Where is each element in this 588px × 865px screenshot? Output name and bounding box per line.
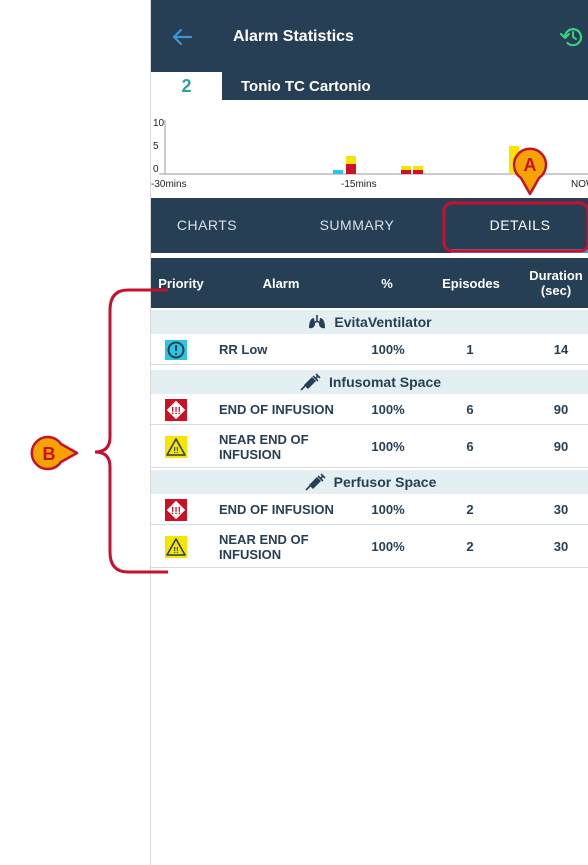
bar-yellow-1: [346, 156, 356, 164]
alarm-percent: 100%: [371, 342, 405, 357]
alarm-episodes: 6: [466, 402, 474, 417]
app-title: Alarm Statistics: [233, 28, 354, 45]
y-tick-10: 10: [153, 118, 165, 129]
alarm-duration: 90: [553, 402, 569, 417]
svg-text:!!: !!: [173, 546, 178, 555]
alarm-episodes: 2: [466, 539, 474, 554]
table-row[interactable]: !!! END OF INFUSION 100% 2 30: [151, 495, 588, 525]
tab-charts[interactable]: CHARTS: [151, 198, 263, 253]
alarm-percent: 100%: [371, 502, 405, 517]
x-tick-now: NOW: [571, 179, 588, 190]
alarm-episodes: 6: [466, 439, 474, 454]
alarm-name: END OF INFUSION: [219, 502, 334, 517]
x-tick-mid: -15mins: [341, 179, 377, 190]
table-header: Priority Alarm % Episodes Duration (sec): [151, 258, 588, 308]
alarm-name: END OF INFUSION: [219, 402, 334, 417]
alarm-timeline-chart: 10 5 0 -30mins -15mins NOW: [151, 118, 588, 190]
bar-red-1: [346, 164, 356, 174]
info-icon: [165, 339, 187, 360]
bar-red-2: [401, 170, 411, 174]
marker-b: B: [30, 435, 79, 471]
high-priority-icon: !!!: [165, 398, 187, 421]
group-evitaventilator: EvitaVentilator: [151, 310, 588, 334]
tab-details[interactable]: DETAILS: [451, 198, 588, 253]
group-perfusor-space: Perfusor Space: [151, 470, 588, 494]
patient-name: Tonio TC Cartonio: [241, 78, 371, 95]
bar-yellow-3: [413, 166, 423, 170]
group-name: Perfusor Space: [333, 474, 437, 490]
group-name: EvitaVentilator: [334, 314, 432, 330]
svg-text:!!: !!: [173, 446, 178, 455]
group-infusomat-space: Infusomat Space: [151, 370, 588, 394]
alarm-duration: 30: [553, 539, 569, 554]
syringe-icon: [305, 473, 326, 491]
priority-cell: !!: [165, 426, 187, 467]
priority-cell: !!!: [165, 395, 187, 424]
alarm-name: NEAR END OF INFUSION: [219, 431, 309, 462]
high-priority-icon: !!!: [165, 498, 187, 521]
patient-bar: 2 Tonio TC Cartonio: [151, 72, 588, 100]
alarm-episodes: 2: [466, 502, 474, 517]
history-icon[interactable]: [559, 24, 585, 50]
lungs-icon: [309, 315, 326, 329]
bar-yellow-2: [401, 166, 411, 170]
y-tick-0: 0: [153, 164, 159, 175]
bar-yellow-4: [509, 146, 519, 174]
alarm-percent: 100%: [371, 402, 405, 417]
priority-cell: !!!: [165, 495, 187, 524]
header-percent: %: [381, 275, 393, 291]
priority-cell: [165, 335, 187, 364]
active-tab-indicator: [451, 249, 588, 253]
alarm-name: RR Low: [219, 342, 268, 357]
header-episodes: Episodes: [442, 275, 500, 291]
alarm-name: NEAR END OF INFUSION: [219, 531, 309, 562]
header-priority: Priority: [158, 275, 204, 291]
app-bar: Alarm Statistics: [151, 0, 588, 72]
marker-b-label: B: [43, 444, 56, 464]
alarm-duration: 90: [553, 439, 569, 454]
svg-text:!!!: !!!: [171, 506, 181, 517]
header-duration: Duration (sec): [529, 268, 583, 298]
table-row[interactable]: RR Low 100% 1 14: [151, 335, 588, 365]
screen: Alarm Statistics 2 Tonio TC Cartonio 10 …: [0, 0, 588, 865]
priority-cell: !!: [165, 526, 187, 567]
syringe-icon: [300, 373, 321, 391]
alarm-episodes: 1: [466, 342, 474, 357]
bed-number: 2: [151, 72, 222, 100]
warning-icon: !!: [165, 435, 187, 458]
back-arrow-icon[interactable]: [171, 26, 193, 48]
table-row[interactable]: !! NEAR END OF INFUSION 100% 6 90: [151, 426, 588, 468]
alarm-percent: 100%: [371, 539, 405, 554]
bar-cyan-1: [333, 170, 343, 174]
table-row[interactable]: !! NEAR END OF INFUSION 100% 2 30: [151, 526, 588, 568]
tab-summary[interactable]: SUMMARY: [301, 198, 413, 253]
y-tick-5: 5: [153, 141, 159, 152]
tab-bar: CHARTS SUMMARY DETAILS: [151, 198, 588, 253]
alarm-duration: 30: [553, 502, 569, 517]
group-name: Infusomat Space: [328, 374, 442, 390]
header-alarm: Alarm: [262, 275, 300, 291]
alarm-percent: 100%: [371, 439, 405, 454]
app-screen: Alarm Statistics 2 Tonio TC Cartonio 10 …: [150, 0, 588, 865]
alarm-duration: 14: [553, 342, 569, 357]
bar-red-3: [413, 170, 423, 174]
x-tick-start: -30mins: [151, 179, 187, 190]
table-row[interactable]: !!! END OF INFUSION 100% 6 90: [151, 395, 588, 425]
svg-text:!!!: !!!: [171, 406, 181, 417]
warning-icon: !!: [165, 535, 187, 558]
